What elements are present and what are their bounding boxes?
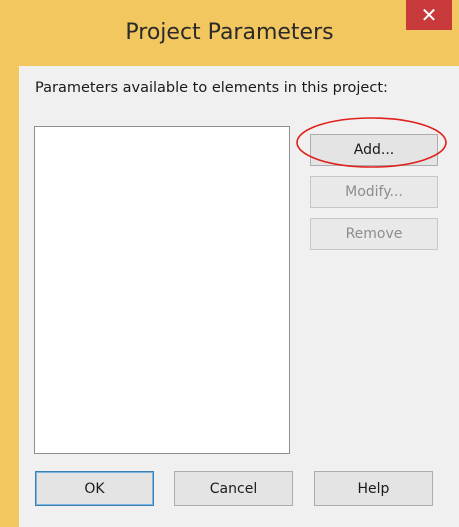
window-title: Project Parameters [125, 20, 334, 45]
close-button[interactable]: ✕ [406, 0, 452, 30]
add-button[interactable]: Add... [310, 134, 438, 166]
parameters-prompt-label: Parameters available to elements in this… [35, 80, 388, 96]
ok-button[interactable]: OK [35, 471, 154, 506]
parameters-list[interactable] [34, 126, 290, 454]
dialog-body: Parameters available to elements in this… [19, 66, 459, 527]
cancel-button[interactable]: Cancel [174, 471, 293, 506]
project-parameters-dialog: Project Parameters ✕ Parameters availabl… [0, 0, 459, 527]
remove-button[interactable]: Remove [310, 218, 438, 250]
help-button[interactable]: Help [314, 471, 433, 506]
modify-button[interactable]: Modify... [310, 176, 438, 208]
title-bar[interactable]: Project Parameters ✕ [0, 0, 459, 66]
close-icon: ✕ [420, 3, 438, 27]
